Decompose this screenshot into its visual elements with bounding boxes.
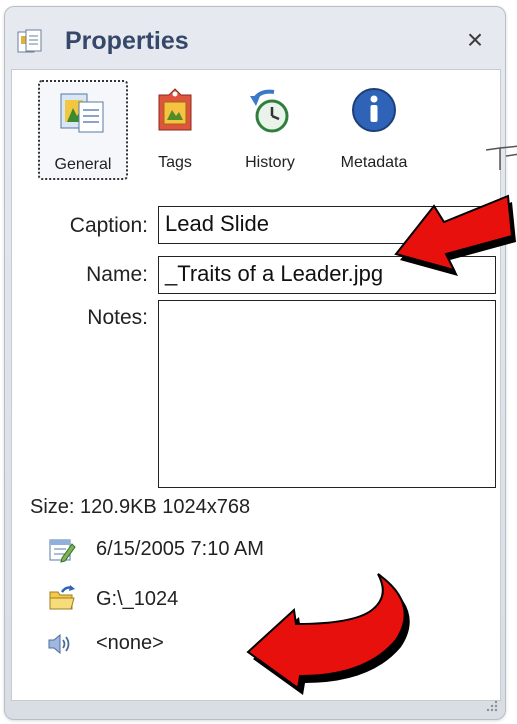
tab-label: Tags: [158, 154, 192, 171]
folder-icon: [48, 584, 76, 612]
name-field[interactable]: _Traits of a Leader.jpg: [158, 256, 496, 294]
resize-grip-icon[interactable]: [485, 699, 499, 713]
tags-icon: [151, 86, 199, 134]
tab-history[interactable]: History: [228, 80, 312, 176]
metadata-icon: [350, 86, 398, 134]
title-bar: Properties ×: [5, 7, 505, 67]
tab-label: Metadata: [340, 154, 408, 171]
tab-tags[interactable]: Tags: [142, 80, 208, 176]
general-icon: [59, 88, 107, 136]
tab-label: General: [54, 156, 112, 173]
date-info: 6/15/2005 7:10 AM: [96, 538, 264, 560]
calendar-edit-icon: [48, 536, 76, 564]
speaker-icon: [46, 630, 74, 658]
status-strip: [5, 699, 505, 719]
caption-label: Caption:: [69, 214, 148, 237]
close-button[interactable]: ×: [460, 25, 490, 55]
size-info: Size: 120.9KB 1024x768: [30, 496, 251, 518]
notes-label: Notes:: [87, 306, 148, 329]
name-label: Name:: [86, 263, 148, 286]
audio-info: <none>: [96, 632, 164, 654]
window-title: Properties: [65, 27, 189, 55]
caption-field[interactable]: Lead Slide: [158, 206, 496, 244]
notes-field[interactable]: [158, 300, 496, 488]
properties-window: Properties × General Tags History Metada…: [4, 6, 506, 720]
history-icon: [246, 86, 294, 134]
content-pane: General Tags History Metadata Caption: L…: [11, 69, 501, 701]
tab-metadata[interactable]: Metadata: [326, 80, 422, 176]
properties-icon: [17, 29, 43, 55]
tab-label: History: [245, 154, 295, 171]
tab-general[interactable]: General: [38, 80, 128, 180]
folder-path-info: G:\_1024: [96, 588, 179, 610]
